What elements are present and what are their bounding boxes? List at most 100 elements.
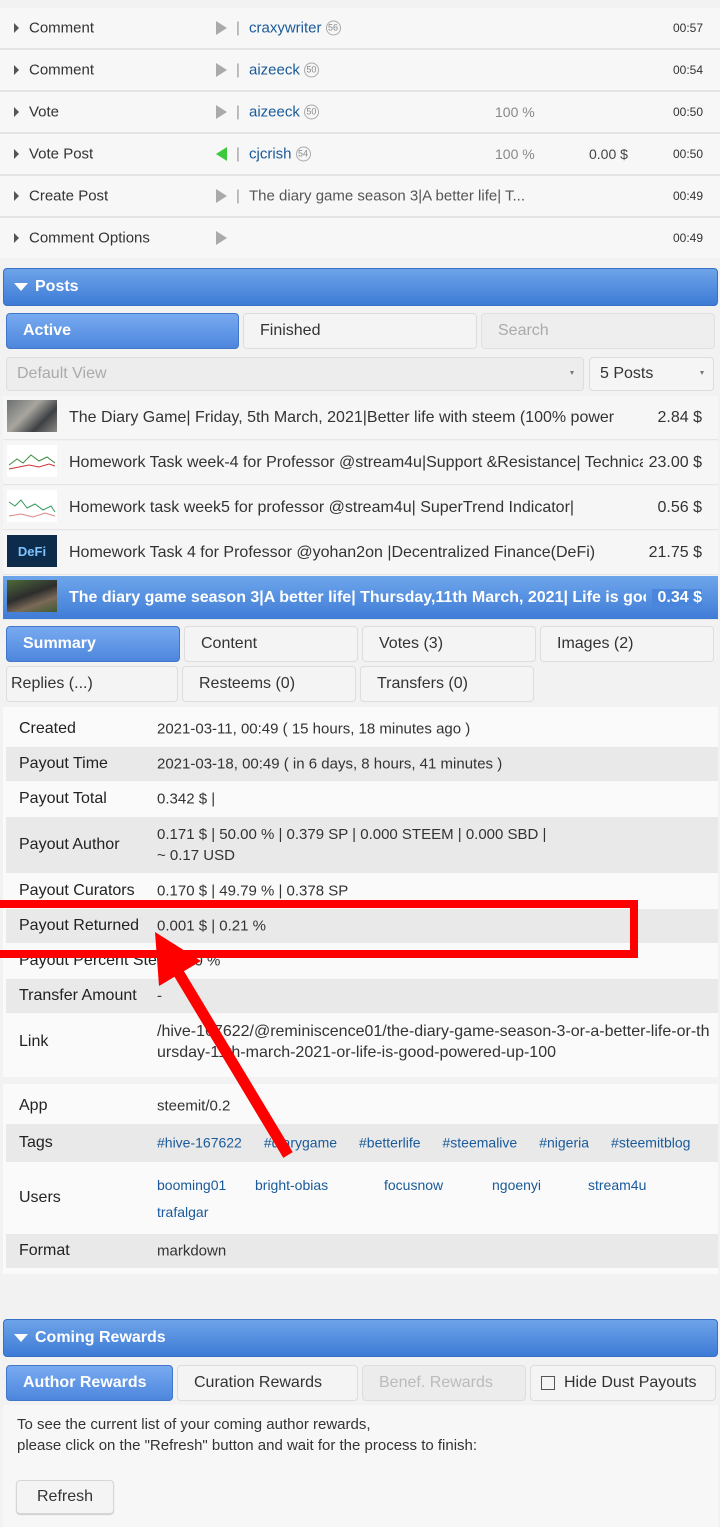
post-link[interactable]: /hive-167622/@reminiscence01/the-diary-g… — [157, 1021, 712, 1063]
activity-row[interactable]: Vote Post | cjcrish 54 100 % 0.00 $ 00:50 — [0, 134, 720, 176]
row-label: Link — [19, 1033, 49, 1050]
activity-post-title[interactable]: The diary game season 3|A better life| T… — [249, 188, 525, 205]
user-link[interactable]: booming01 — [157, 1177, 226, 1193]
tab-finished[interactable]: Finished — [243, 313, 477, 349]
row-value: 0.170 $ | 49.79 % | 0.378 SP — [157, 882, 349, 900]
post-count-select[interactable]: 5 Posts — [589, 357, 714, 391]
play-icon[interactable] — [216, 105, 227, 119]
tab-author-rewards[interactable]: Author Rewards — [6, 1365, 173, 1401]
row-label: Tags — [19, 1134, 53, 1151]
tag-link[interactable]: #nigeria — [539, 1135, 589, 1151]
post-row-selected[interactable]: The diary game season 3|A better life| T… — [3, 576, 718, 620]
post-title: Homework Task 4 for Professor @yohan2on … — [69, 543, 596, 561]
meta-row-format: Format markdown — [6, 1234, 718, 1268]
rewards-note: To see the current list of your coming a… — [17, 1414, 477, 1456]
collapse-triangle-icon — [14, 1334, 28, 1342]
summary-row-transfer-amount: Transfer Amount - — [6, 979, 718, 1013]
steemworld-page: Comment | craxywriter 56 00:57 Comment | … — [0, 0, 720, 1527]
expand-arrow-icon[interactable] — [14, 149, 19, 159]
tab-resteems[interactable]: Resteems (0) — [182, 666, 356, 702]
tab-images[interactable]: Images (2) — [540, 626, 714, 662]
checkbox[interactable] — [541, 1376, 555, 1390]
tab-curation-rewards[interactable]: Curation Rewards — [177, 1365, 358, 1401]
reputation-badge: 50 — [303, 62, 319, 78]
tag-link[interactable]: #betterlife — [359, 1135, 420, 1151]
user-link[interactable]: bright-obias — [255, 1177, 328, 1193]
post-thumbnail: DeFi — [7, 535, 57, 567]
separator: | — [236, 145, 240, 163]
user-link[interactable]: focusnow — [384, 1177, 443, 1193]
search-input[interactable]: Search — [481, 313, 715, 349]
tab-transfers[interactable]: Transfers (0) — [360, 666, 534, 702]
reputation-badge: 50 — [303, 104, 319, 120]
row-label: Payout Author — [19, 836, 120, 853]
activity-row[interactable]: Comment | aizeeck 50 00:54 — [0, 50, 720, 92]
tag-link[interactable]: #diarygame — [264, 1135, 337, 1151]
activity-row[interactable]: Comment Options 00:49 — [0, 218, 720, 258]
incoming-vote-icon[interactable] — [216, 147, 227, 161]
payout-author-line2: ~ 0.17 USD — [157, 847, 235, 864]
row-label: App — [19, 1097, 48, 1114]
tab-benef-rewards[interactable]: Benef. Rewards — [362, 1365, 526, 1401]
expand-arrow-icon[interactable] — [14, 107, 19, 117]
post-thumbnail — [7, 400, 57, 432]
coming-rewards-header[interactable]: Coming Rewards — [3, 1319, 718, 1357]
payout-author-line1: 0.171 $ | 50.00 % | 0.379 SP | 0.000 STE… — [157, 826, 547, 843]
collapse-triangle-icon — [14, 283, 28, 291]
post-row[interactable]: The Diary Game| Friday, 5th March, 2021|… — [3, 396, 718, 440]
separator: | — [236, 103, 240, 121]
row-value: 2021-03-18, 00:49 ( in 6 days, 8 hours, … — [157, 755, 503, 773]
activity-row[interactable]: Create Post | The diary game season 3|A … — [0, 176, 720, 218]
play-icon[interactable] — [216, 63, 227, 77]
play-icon[interactable] — [216, 21, 227, 35]
post-title: Homework task week5 for professor @strea… — [69, 498, 575, 516]
view-select-value: Default View — [17, 365, 107, 382]
play-icon[interactable] — [216, 231, 227, 245]
summary-row-created: Created 2021-03-11, 00:49 ( 15 hours, 18… — [6, 712, 718, 746]
view-select[interactable]: Default View — [6, 357, 584, 391]
post-row[interactable]: DeFi Homework Task 4 for Professor @yoha… — [3, 531, 718, 575]
tab-summary[interactable]: Summary — [6, 626, 180, 662]
row-label: Payout Time — [19, 755, 108, 772]
tags-list: #hive-167622 #diarygame #betterlife #steema… — [157, 1135, 712, 1152]
tab-votes[interactable]: Votes (3) — [362, 626, 536, 662]
tab-active[interactable]: Active — [6, 313, 239, 349]
activity-time: 00:50 — [672, 147, 703, 161]
tag-link[interactable]: #steemalive — [443, 1135, 518, 1151]
activity-user[interactable]: aizeeck 50 — [249, 62, 319, 79]
reputation-badge: 54 — [295, 146, 311, 162]
rewards-panel: To see the current list of your coming a… — [3, 1405, 718, 1527]
activity-row[interactable]: Vote | aizeeck 50 100 % 00:50 — [0, 92, 720, 134]
tag-link[interactable]: #hive-167622 — [157, 1135, 242, 1151]
activity-type: Vote Post — [29, 145, 94, 163]
expand-arrow-icon[interactable] — [14, 65, 19, 75]
thumbnail-label: DeFi — [17, 543, 47, 559]
activity-type: Comment — [29, 61, 95, 79]
expand-arrow-icon[interactable] — [14, 191, 19, 201]
post-thumbnail — [7, 490, 57, 522]
checkbox-label: Hide Dust Payouts — [564, 1374, 697, 1391]
activity-user[interactable]: aizeeck 50 — [249, 104, 319, 121]
expand-arrow-icon[interactable] — [14, 23, 19, 33]
expand-arrow-icon[interactable] — [14, 233, 19, 243]
activity-user[interactable]: craxywriter 56 — [249, 20, 341, 37]
user-link[interactable]: ngoenyi — [492, 1177, 541, 1193]
play-icon[interactable] — [216, 189, 227, 203]
hide-dust-toggle[interactable]: Hide Dust Payouts — [530, 1365, 716, 1401]
row-value: 0.171 $ | 50.00 % | 0.379 SP | 0.000 STE… — [157, 824, 712, 866]
row-label: Payout Total — [19, 790, 107, 807]
post-row[interactable]: Homework Task week-4 for Professor @stre… — [3, 441, 718, 485]
post-row[interactable]: Homework task week5 for professor @strea… — [3, 486, 718, 530]
row-value: steemit/0.2 — [157, 1097, 231, 1115]
post-value: 21.75 $ — [642, 543, 702, 562]
tab-replies[interactable]: Replies (...) — [6, 666, 178, 702]
refresh-button[interactable]: Refresh — [16, 1480, 114, 1514]
activity-row[interactable]: Comment | craxywriter 56 00:57 — [0, 8, 720, 50]
tab-content[interactable]: Content — [184, 626, 358, 662]
user-link[interactable]: trafalgar — [157, 1204, 208, 1220]
user-link[interactable]: stream4u — [588, 1177, 646, 1193]
posts-section-header[interactable]: Posts — [3, 268, 718, 306]
tag-link[interactable]: #steemitblog — [611, 1135, 690, 1151]
activity-time: 00:57 — [672, 21, 703, 35]
activity-user[interactable]: cjcrish 54 — [249, 146, 311, 163]
